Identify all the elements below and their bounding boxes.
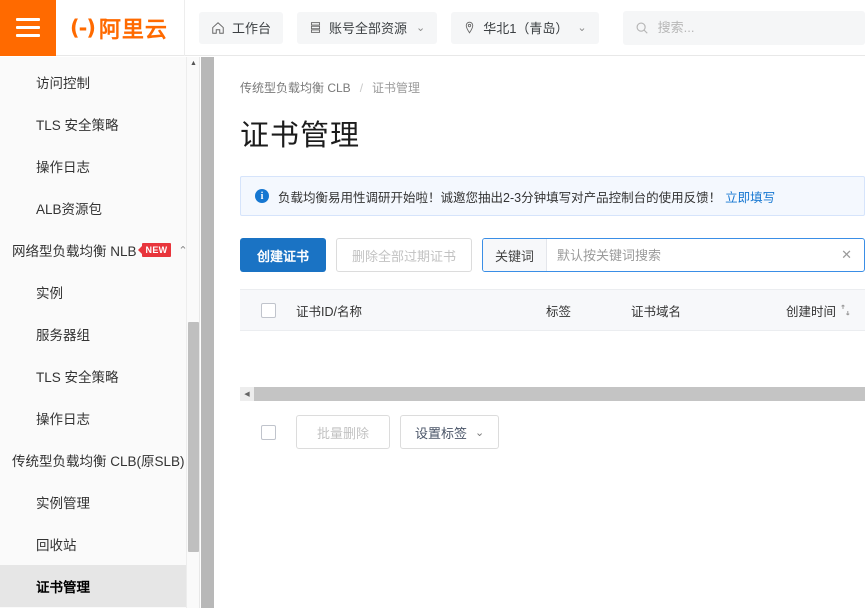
table-header-row: 证书ID/名称 标签 证书域名 创建时间 — [240, 289, 865, 331]
logo-text: 阿里云 — [98, 16, 168, 42]
chevron-down-icon: ⌄ — [415, 22, 426, 34]
set-tag-button[interactable]: 设置标签 ⌄ — [400, 415, 500, 449]
top-header: (-) 阿里云 工作台 账号全部资源 ⌄ 华北1（青岛） ⌄ — [0, 0, 865, 56]
chevron-down-icon: ⌄ — [577, 22, 587, 34]
sidebar-item-label: 操作日志 — [36, 412, 90, 427]
select-all-checkbox[interactable] — [260, 302, 276, 318]
sidebar-item-label: 证书管理 — [36, 580, 90, 595]
sidebar-item-certificate-management[interactable]: 证书管理 — [0, 565, 199, 607]
page-title: 证书管理 — [240, 120, 361, 152]
batch-select-checkbox[interactable] — [260, 424, 276, 440]
search-filter-prefix[interactable]: 关键词 — [483, 239, 548, 271]
sidebar-item-label: 访问控制 — [36, 76, 90, 91]
sidebar-item-label: 实例 — [36, 286, 63, 301]
region-label: 华北1（青岛） — [483, 21, 569, 36]
column-header-create-time-label: 创建时间 — [786, 304, 837, 319]
batch-action-bar: 批量删除 设置标签 ⌄ — [240, 415, 865, 449]
location-icon — [463, 21, 476, 34]
search-icon — [635, 21, 649, 35]
sidebar-item-instance-management[interactable]: 实例管理 — [0, 481, 199, 523]
create-certificate-button[interactable]: 创建证书 — [240, 238, 327, 272]
sidebar-item-operation-log-nlb[interactable]: 操作日志 — [0, 397, 199, 439]
scroll-up-arrow-icon[interactable]: ▲ — [187, 57, 199, 70]
column-header-domain[interactable]: 证书域名 — [631, 301, 786, 320]
sidebar-group-nlb[interactable]: 网络型负载均衡 NLB NEW ⌃ — [0, 229, 199, 271]
global-search[interactable] — [622, 10, 865, 45]
all-resources-button[interactable]: 账号全部资源 ⌄ — [296, 11, 438, 44]
notification-text: 负载均衡易用性调研开始啦！诚邀您抽出2-3分钟填写对产品控制台的使用反馈！ — [278, 190, 722, 205]
breadcrumb-separator: / — [359, 80, 364, 95]
sidebar-item-label: 服务器组 — [36, 328, 90, 343]
home-icon — [211, 21, 225, 35]
clear-search-icon[interactable]: ✕ — [829, 239, 864, 271]
logo-mark-icon: (-) — [70, 15, 96, 40]
sidebar-item-label: ALB资源包 — [36, 202, 103, 217]
sidebar-group-label: 网络型负载均衡 NLB — [12, 244, 137, 259]
hamburger-icon[interactable] — [0, 0, 56, 56]
new-badge: NEW — [141, 243, 172, 257]
sidebar-item-server-groups-nlb[interactable]: 服务器组 — [0, 313, 199, 355]
sidebar-item-label: TLS 安全策略 — [36, 370, 119, 385]
sidebar-item-access-control[interactable]: 访问控制 — [0, 61, 199, 103]
column-header-create-time[interactable]: 创建时间 — [786, 301, 865, 320]
sidebar-item-alb-resource-package[interactable]: ALB资源包 — [0, 187, 199, 229]
sort-icon[interactable] — [841, 304, 850, 316]
sidebar: 访问控制 TLS 安全策略 操作日志 ALB资源包 网络型负载均衡 NLB NE… — [0, 57, 200, 608]
breadcrumb: 传统型负载均衡 CLB / 证书管理 — [214, 57, 865, 96]
column-header-certificate-id[interactable]: 证书ID/名称 — [296, 301, 546, 320]
resource-icon — [309, 21, 322, 34]
workbench-label: 工作台 — [231, 21, 271, 36]
sidebar-item-label: 实例管理 — [36, 496, 90, 511]
sidebar-group-label: 传统型负载均衡 CLB(原SLB) — [12, 454, 185, 469]
delete-expired-certificates-button[interactable]: 删除全部过期证书 — [336, 238, 473, 272]
sidebar-item-tls-policy-alb[interactable]: TLS 安全策略 — [0, 103, 199, 145]
workbench-button[interactable]: 工作台 — [198, 11, 283, 44]
batch-select-cell — [240, 424, 296, 440]
sidebar-item-recycle-bin[interactable]: 回收站 — [0, 523, 199, 565]
keyword-search[interactable]: 关键词 ✕ — [482, 238, 865, 272]
select-all-cell — [240, 302, 296, 318]
sidebar-nav: 访问控制 TLS 安全策略 操作日志 ALB资源包 网络型负载均衡 NLB NE… — [0, 57, 199, 607]
table-horizontal-scrollbar[interactable]: ◀ — [240, 387, 865, 401]
breadcrumb-current: 证书管理 — [372, 81, 421, 95]
sidebar-group-clb[interactable]: 传统型负载均衡 CLB(原SLB) ⌃ — [0, 439, 199, 481]
info-icon: i — [255, 189, 269, 203]
sidebar-scrollbar[interactable]: ▲ — [186, 57, 199, 608]
sidebar-item-label: 操作日志 — [36, 160, 90, 175]
sidebar-item-label: 回收站 — [36, 538, 77, 553]
sidebar-scrollbar-thumb[interactable] — [188, 322, 199, 552]
column-header-tag[interactable]: 标签 — [546, 301, 631, 320]
notification-banner: i 负载均衡易用性调研开始啦！诚邀您抽出2-3分钟填写对产品控制台的使用反馈！ … — [240, 176, 865, 216]
keyword-search-input[interactable] — [547, 239, 830, 271]
chevron-down-icon: ⌄ — [475, 426, 485, 439]
region-selector[interactable]: 华北1（青岛） ⌄ — [451, 11, 599, 44]
main-content: 传统型负载均衡 CLB / 证书管理 证书管理 i 负载均衡易用性调研开始啦！诚… — [214, 57, 865, 608]
table-body-empty — [240, 331, 865, 387]
batch-delete-button[interactable]: 批量删除 — [296, 415, 391, 449]
sidebar-gutter — [201, 57, 214, 608]
scroll-left-arrow-icon[interactable]: ◀ — [240, 387, 254, 401]
notification-link[interactable]: 立即填写 — [725, 187, 775, 206]
sidebar-item-label: TLS 安全策略 — [36, 118, 119, 133]
global-search-input[interactable] — [657, 20, 853, 35]
toolbar: 创建证书 删除全部过期证书 关键词 ✕ — [240, 238, 865, 272]
sidebar-item-operation-log-alb[interactable]: 操作日志 — [0, 145, 199, 187]
sidebar-item-tls-policy-nlb[interactable]: TLS 安全策略 — [0, 355, 199, 397]
sidebar-item-instances-nlb[interactable]: 实例 — [0, 271, 199, 313]
all-resources-label: 账号全部资源 — [328, 21, 407, 36]
set-tag-label: 设置标签 — [415, 425, 468, 441]
breadcrumb-parent[interactable]: 传统型负载均衡 CLB — [240, 79, 351, 96]
aliyun-logo[interactable]: (-) 阿里云 — [56, 0, 185, 56]
